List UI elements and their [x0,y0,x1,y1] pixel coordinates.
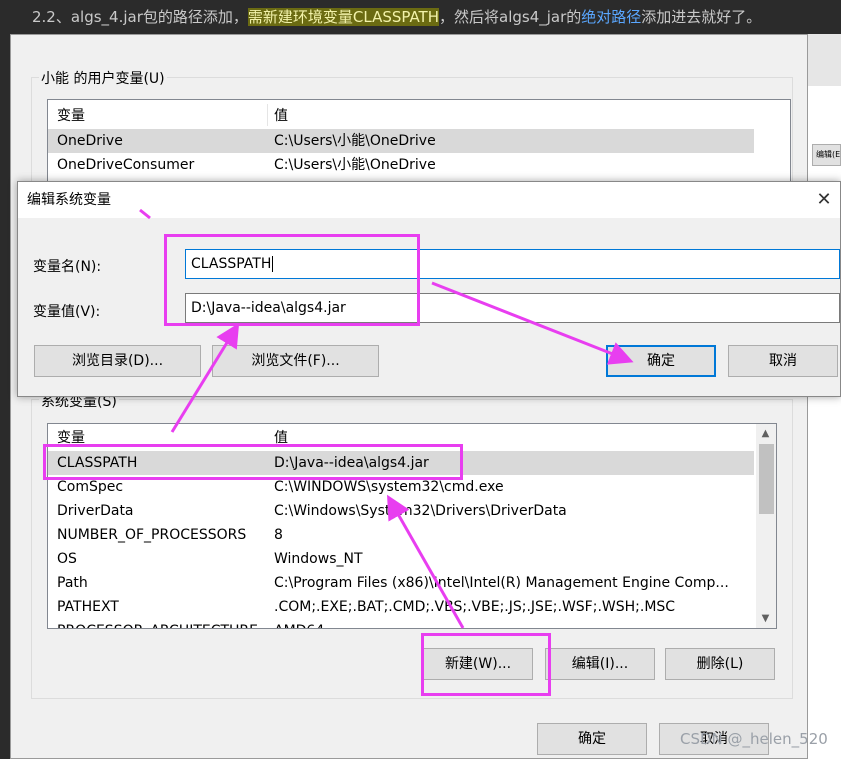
edit-system-variable-dialog: 编辑系统变量 ✕ 变量名(N): CLASSPATH 变量值(V): D:\Ja… [17,181,841,397]
table-row[interactable]: CLASSPATH D:\Java--idea\algs4.jar [48,451,754,475]
new-variable-button[interactable]: 新建(W)... [423,648,533,680]
scrollbar-thumb[interactable] [759,444,774,514]
user-variables-title: 小能 的用户变量(U) [39,68,167,88]
header-variable[interactable]: 变量 [57,426,85,450]
variable-name-input[interactable]: CLASSPATH [185,249,840,279]
row-value: 8 [274,527,283,543]
table-row[interactable]: OneDrive C:\Users\小能\OneDrive [48,129,754,153]
column-separator[interactable] [267,104,268,126]
header-value[interactable]: 值 [274,104,288,128]
row-variable: PROCESSOR_ARCHITECTURE [57,619,258,628]
row-value: C:\Users\小能\OneDrive [274,157,436,173]
row-value: C:\Windows\System32\Drivers\DriverData [274,503,567,519]
dialog-ok-button[interactable]: 确定 [606,345,716,377]
row-value: C:\Users\小能\OneDrive [274,133,436,149]
row-variable: PATHEXT [57,599,119,615]
delete-variable-button[interactable]: 删除(L) [665,648,775,680]
row-variable: OneDrive [57,133,123,149]
header-value[interactable]: 值 [274,426,288,450]
user-variables-list[interactable]: 变量 值 OneDrive C:\Users\小能\OneDrive OneDr… [47,99,791,187]
row-variable: OS [57,551,77,567]
user-list-header: 变量 值 [48,104,754,128]
row-variable: CLASSPATH [57,455,138,471]
table-row[interactable]: Path C:\Program Files (x86)\Intel\Intel(… [48,571,754,595]
side-window-titlebar [808,34,841,86]
text-caret [272,256,274,272]
row-variable: Path [57,575,88,591]
variable-value-input[interactable]: D:\Java--idea\algs4.jar [185,293,840,323]
variable-value-text: D:\Java--idea\algs4.jar [191,300,346,316]
browse-file-button[interactable]: 浏览文件(F)... [212,345,379,377]
scroll-down-icon[interactable]: ▼ [757,610,774,627]
article-link[interactable]: 绝对路径 [581,8,641,26]
footer-ok-button[interactable]: 确定 [537,723,647,755]
row-variable: NUMBER_OF_PROCESSORS [57,527,247,543]
dialog-title: 编辑系统变量 [27,192,111,208]
row-variable: DriverData [57,503,134,519]
side-edit-button[interactable]: 编辑(E) [812,144,841,166]
dialog-cancel-button[interactable]: 取消 [728,345,838,377]
variable-name-label: 变量名(N): [33,259,102,275]
table-row[interactable]: NUMBER_OF_PROCESSORS 8 [48,523,754,547]
watermark: CSDN @_helen_520 [680,730,828,748]
article-suffix: 添加进去就好了。 [641,8,762,26]
table-row[interactable]: OneDriveConsumer C:\Users\小能\OneDrive [48,153,754,177]
browse-directory-button[interactable]: 浏览目录(D)... [34,345,201,377]
article-middle: ，然后将algs4_jar的 [439,8,582,26]
edit-variable-button[interactable]: 编辑(I)... [545,648,655,680]
table-row[interactable]: ComSpec C:\WINDOWS\system32\cmd.exe [48,475,754,499]
row-value: C:\Program Files (x86)\Intel\Intel(R) Ma… [274,575,729,591]
table-row[interactable]: OS Windows_NT [48,547,754,571]
table-row[interactable]: DriverData C:\Windows\System32\Drivers\D… [48,499,754,523]
row-value: .COM;.EXE;.BAT;.CMD;.VBS;.VBE;.JS;.JSE;.… [274,599,676,615]
table-row[interactable]: PATHEXT .COM;.EXE;.BAT;.CMD;.VBS;.VBE;.J… [48,595,754,619]
variable-name-text: CLASSPATH [191,256,272,272]
row-value: C:\WINDOWS\system32\cmd.exe [274,479,504,495]
header-variable[interactable]: 变量 [57,104,85,128]
row-variable: OneDriveConsumer [57,157,195,173]
system-variables-list[interactable]: 变量 值 CLASSPATH D:\Java--idea\algs4.jar C… [47,423,777,629]
system-list-header: 变量 值 [48,426,754,450]
table-row[interactable]: PROCESSOR_ARCHITECTURE AMD64 [48,619,754,628]
vertical-scrollbar[interactable]: ▲ ▼ [756,424,776,628]
article-instruction-line: 2.2、algs_4.jar包的路径添加，需新建环境变量CLASSPATH，然后… [0,0,841,34]
article-highlight: 需新建环境变量CLASSPATH [247,8,439,26]
row-value: D:\Java--idea\algs4.jar [274,455,429,471]
variable-value-label: 变量值(V): [33,304,101,320]
scroll-up-icon[interactable]: ▲ [757,425,774,442]
row-value: Windows_NT [274,551,363,567]
close-icon[interactable]: ✕ [808,182,840,218]
row-variable: ComSpec [57,479,124,495]
row-value: AMD64 [274,619,324,628]
article-prefix: 2.2、algs_4.jar包的路径添加， [32,8,248,26]
dialog-titlebar: 编辑系统变量 ✕ [18,182,840,218]
